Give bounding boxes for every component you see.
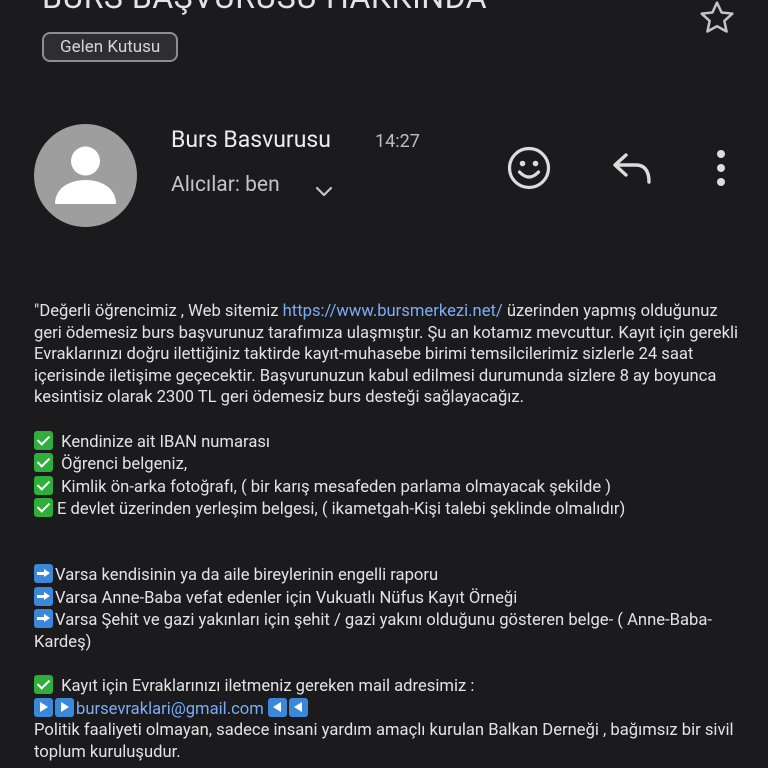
checklist-item-id-photo: Kimlik ön-arka fotoğrafı, ( bir karış me… bbox=[34, 475, 749, 499]
right-arrow-icon bbox=[34, 609, 53, 629]
star-button[interactable] bbox=[695, 0, 739, 40]
play-button-icon bbox=[34, 697, 53, 717]
star-outline-icon bbox=[700, 1, 734, 33]
right-arrow-icon bbox=[34, 563, 53, 583]
reverse-button-icon bbox=[288, 697, 308, 717]
check-mark-icon bbox=[34, 430, 53, 450]
add-reaction-button[interactable] bbox=[503, 142, 555, 194]
optional-item-disability: Varsa kendisinin ya da aile bireylerinin… bbox=[34, 563, 749, 587]
mail-address-link[interactable]: bursevraklari@gmail.com bbox=[76, 700, 264, 719]
reply-button[interactable] bbox=[606, 144, 658, 192]
checklist-item-residence: E devlet üzerinden yerleşim belgesi, ( i… bbox=[34, 498, 749, 521]
intro-paragraph: "Değerli öğrencimiz , Web sitemiz https:… bbox=[34, 302, 739, 408]
person-icon bbox=[55, 146, 116, 204]
play-button-icon bbox=[55, 697, 74, 717]
reverse-button-icon bbox=[267, 697, 287, 717]
sender-name: Burs Basvurusu bbox=[171, 126, 331, 153]
mail-instruction: Kayıt için Evraklarınızı iletmeniz gerek… bbox=[34, 674, 749, 698]
optional-item-veteran: Varsa Şehit ve gazi yakınları için şehit… bbox=[34, 609, 712, 652]
more-vert-icon bbox=[717, 150, 725, 186]
more-options-button[interactable] bbox=[705, 144, 737, 192]
recipients-toggle[interactable] bbox=[313, 180, 335, 202]
chevron-down-icon bbox=[315, 186, 333, 197]
checklist-item-iban: Kendinize ait IBAN numarası bbox=[34, 430, 749, 454]
website-link[interactable]: https://www.bursmerkezi.net/ bbox=[283, 302, 503, 321]
right-arrow-icon bbox=[34, 586, 53, 606]
checklist-item-student-doc: Öğrenci belgeniz, bbox=[34, 453, 749, 476]
email-subject: BURS BAŞVURUSU HAKKINDA bbox=[42, 0, 487, 16]
check-mark-icon bbox=[34, 498, 53, 518]
check-mark-icon bbox=[34, 453, 53, 473]
footer-paragraph: Politik faaliyeti olmayan, sadece insani… bbox=[34, 721, 734, 762]
recipients-label[interactable]: Alıcılar: ben bbox=[171, 173, 280, 197]
smiley-face-icon bbox=[507, 146, 551, 190]
reply-arrow-icon bbox=[613, 153, 651, 184]
check-mark-icon bbox=[34, 674, 53, 694]
email-body: "Değerli öğrencimiz , Web sitemiz https:… bbox=[34, 301, 749, 763]
inbox-label-chip[interactable]: Gelen Kutusu bbox=[42, 32, 179, 62]
sender-avatar[interactable] bbox=[34, 124, 137, 227]
email-time: 14:27 bbox=[375, 131, 420, 152]
optional-item-family-record: Varsa Anne-Baba vefat edenler için Vukua… bbox=[34, 586, 749, 610]
check-mark-icon bbox=[34, 475, 53, 495]
mail-address-line: bursevraklari@gmail.com bbox=[34, 697, 749, 721]
